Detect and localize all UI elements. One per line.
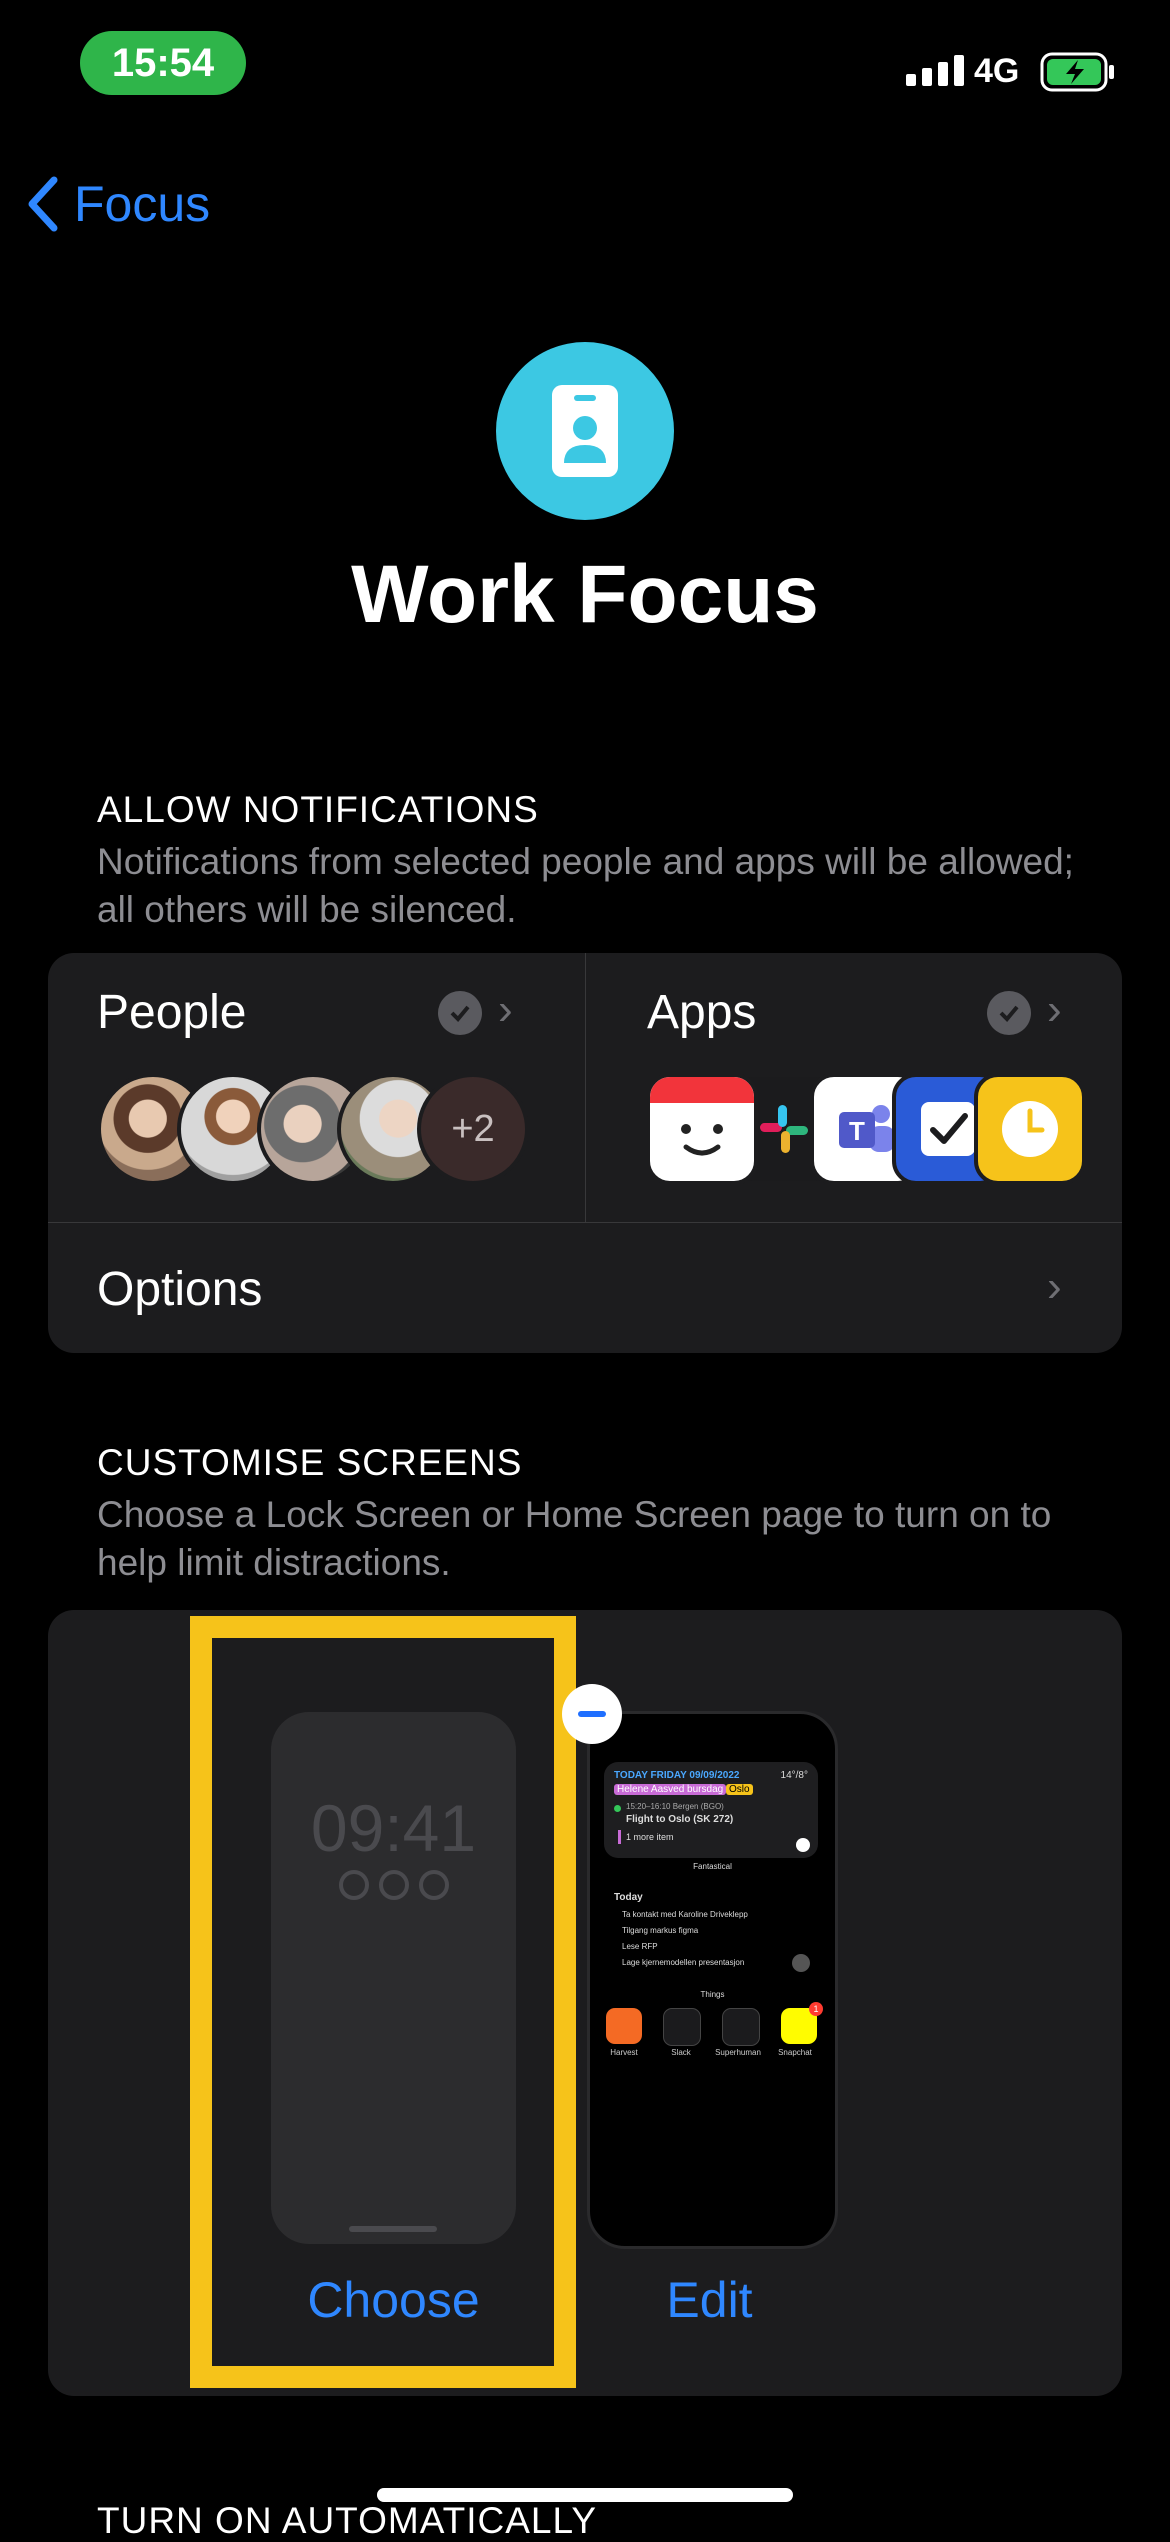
edit-button[interactable]: Edit bbox=[587, 2271, 832, 2329]
task-item: Ta kontakt med Karoline Driveklepp bbox=[622, 1910, 748, 1919]
options-chevron-icon: › bbox=[1047, 1262, 1062, 1311]
lock-screen-time: 09:41 bbox=[310, 1791, 477, 1865]
widget-event-tag: Oslo bbox=[726, 1784, 753, 1795]
home-screen-preview[interactable]: TODAY FRIDAY 09/09/2022 14°/8° Helene Aa… bbox=[587, 1711, 838, 2249]
home-app-labels: Harvest Slack Superhuman Snapchat bbox=[599, 2048, 820, 2057]
home-indicator-preview bbox=[349, 2226, 437, 2232]
widget-more: 1 more item bbox=[626, 1832, 674, 1842]
widget-flight-time: 15:20–16:10 Bergen (BGO) bbox=[626, 1802, 724, 1811]
things-widget: Today Ta kontakt med Karoline Driveklepp… bbox=[604, 1880, 818, 1990]
customise-screens-heading: CUSTOMISE SCREENS bbox=[97, 1442, 523, 1483]
widget-flight: Flight to Oslo (SK 272) bbox=[626, 1814, 734, 1825]
allow-notifications-heading: ALLOW NOTIFICATIONS bbox=[97, 789, 539, 830]
task-item: Lese RFP bbox=[622, 1942, 658, 1951]
page-title: Work Focus bbox=[351, 549, 819, 640]
superhuman-app-icon bbox=[722, 2008, 760, 2046]
back-label: Focus bbox=[74, 176, 211, 232]
event-dot-icon bbox=[614, 1805, 621, 1812]
slack-app-icon bbox=[663, 2008, 701, 2046]
network-type: 4G bbox=[974, 52, 1020, 90]
app-label: Harvest bbox=[610, 2048, 638, 2057]
people-label: People bbox=[97, 986, 247, 1039]
turn-on-automatically-heading: TURN ON AUTOMATICALLY bbox=[97, 2500, 598, 2541]
minus-icon bbox=[578, 1711, 606, 1717]
people-avatars: +2 bbox=[97, 1073, 529, 1185]
apps-label: Apps bbox=[647, 986, 757, 1039]
app-label: Superhuman bbox=[715, 2048, 761, 2057]
cellular-signal-icon bbox=[906, 55, 964, 86]
cell-divider bbox=[585, 953, 586, 1223]
people-chevron-icon: › bbox=[498, 985, 513, 1034]
back-button[interactable]: Focus bbox=[26, 175, 210, 233]
task-item: Lage kjernemodellen presentasjon bbox=[622, 1958, 745, 1967]
battery-charging-icon bbox=[1040, 52, 1116, 97]
more-people-count: +2 bbox=[417, 1073, 529, 1185]
id-badge-icon bbox=[496, 342, 674, 520]
widget-event-birthday: Helene Aasved bursdag bbox=[614, 1784, 727, 1795]
chevron-left-icon bbox=[28, 176, 58, 232]
allowed-apps: T bbox=[646, 1073, 1086, 1185]
svg-text:T: T bbox=[849, 1116, 865, 1146]
allow-notifications-description: Notifications from selected people and a… bbox=[97, 841, 1074, 930]
harvest-clock-icon bbox=[974, 1073, 1086, 1185]
fantastical-icon bbox=[646, 1073, 758, 1185]
home-indicator[interactable] bbox=[377, 2488, 793, 2502]
verified-badge-icon bbox=[987, 991, 1031, 1035]
widget-name-fantastical: Fantastical bbox=[693, 1862, 732, 1871]
status-time: 15:54 bbox=[80, 31, 246, 95]
remove-screen-button[interactable] bbox=[562, 1684, 622, 1744]
fantastical-widget: TODAY FRIDAY 09/09/2022 14°/8° Helene Aa… bbox=[604, 1762, 818, 1858]
widget-weather: 14°/8° bbox=[780, 1770, 808, 1781]
app-label: Slack bbox=[671, 2048, 691, 2057]
apps-chevron-icon: › bbox=[1047, 985, 1062, 1034]
snapchat-app-icon: 1 bbox=[781, 2002, 823, 2044]
notification-badge: 1 bbox=[809, 2002, 823, 2016]
widget-date: TODAY FRIDAY 09/09/2022 bbox=[614, 1770, 740, 1781]
app-label: Snapchat bbox=[778, 2048, 812, 2057]
widget-name-things: Things bbox=[700, 1990, 725, 1999]
things-today: Today bbox=[614, 1892, 643, 1903]
verified-badge-icon bbox=[438, 991, 482, 1035]
harvest-app-icon bbox=[606, 2008, 642, 2044]
add-task-icon bbox=[792, 1954, 810, 1972]
choose-button[interactable]: Choose bbox=[271, 2271, 516, 2329]
add-icon bbox=[796, 1838, 810, 1852]
lock-screen-preview[interactable]: 09:41 bbox=[271, 1712, 516, 2244]
lock-screen-widgets bbox=[271, 1870, 516, 1900]
task-item: Tilgang markus figma bbox=[622, 1926, 699, 1935]
options-label: Options bbox=[97, 1263, 263, 1316]
home-app-row: 1 bbox=[606, 2002, 823, 2046]
more-bar-icon bbox=[618, 1830, 621, 1844]
customise-screens-description: Choose a Lock Screen or Home Screen page… bbox=[97, 1494, 1052, 1583]
